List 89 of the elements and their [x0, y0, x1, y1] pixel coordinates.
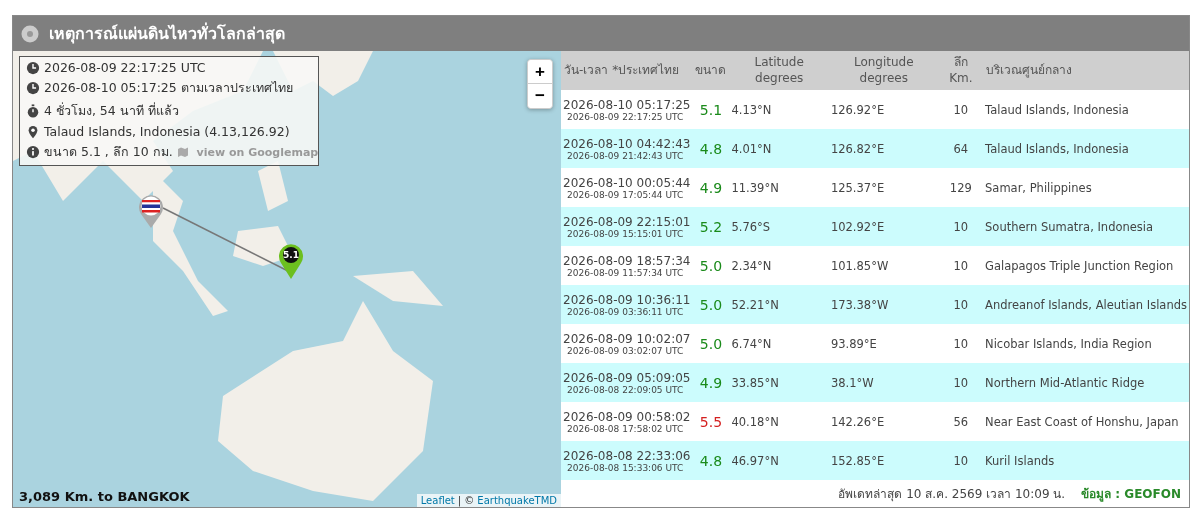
- distance-label: 3,089 Km. to BANGKOK: [19, 489, 190, 504]
- latitude-cell: 40.18°N: [729, 402, 829, 441]
- column-header: Latitude degrees: [729, 51, 829, 90]
- longitude-cell: 102.92°E: [828, 207, 939, 246]
- magnitude-cell: 4.9: [692, 168, 730, 207]
- longitude-cell: 101.85°W: [828, 246, 939, 285]
- latitude-cell: 11.39°N: [729, 168, 829, 207]
- magnitude-cell: 5.0: [692, 285, 730, 324]
- depth-cell: 10: [938, 207, 984, 246]
- depth-cell: 10: [938, 246, 984, 285]
- column-header: ลึก Km.: [938, 51, 984, 90]
- depth-cell: 64: [938, 129, 984, 168]
- region-cell: Southern Sumatra, Indonesia: [983, 207, 1189, 246]
- flag-marker-icon: [138, 194, 164, 228]
- column-header: Longitude degrees: [828, 51, 939, 90]
- datetime-cell: 2026-08-09 22:15:01 2026-08-09 15:15:01 UTC: [561, 207, 693, 246]
- datetime-cell: 2026-08-10 05:17:25 2026-08-09 22:17:25 UTC: [561, 90, 693, 129]
- map-icon: [176, 146, 189, 158]
- region-cell: Kuril Islands: [983, 441, 1189, 480]
- info-text: ขนาด 5.1 , ลึก 10 กม.: [44, 143, 173, 161]
- latitude-cell: 33.85°N: [729, 363, 829, 402]
- region-cell: Northern Mid-Atlantic Ridge: [983, 363, 1189, 402]
- clock-icon: [26, 81, 40, 95]
- clock-icon: [26, 60, 40, 75]
- depth-cell: 56: [938, 402, 984, 441]
- longitude-cell: 125.37°E: [828, 168, 939, 207]
- magnitude-cell: 4.8: [692, 441, 730, 480]
- magnitude-cell: 5.2: [692, 207, 730, 246]
- magnitude-cell: 5.5: [692, 402, 730, 441]
- region-cell: Nicobar Islands, India Region: [983, 324, 1189, 363]
- depth-cell: 10: [938, 363, 984, 402]
- region-cell: Samar, Philippines: [983, 168, 1189, 207]
- map-pin-icon: [26, 124, 40, 139]
- datetime-cell: 2026-08-09 18:57:34 2026-08-09 11:57:34 UTC: [561, 246, 693, 285]
- latitude-cell: 5.76°S: [729, 207, 829, 246]
- zoom-out-button[interactable]: −: [528, 84, 552, 108]
- column-header: ขนาด: [692, 51, 730, 90]
- region-cell: Andreanof Islands, Aleutian Islands: [983, 285, 1189, 324]
- longitude-cell: 38.1°W: [828, 363, 939, 402]
- panel-title: เหตุการณ์แผ่นดินไหวทั่วโลกล่าสุด: [49, 21, 285, 46]
- datetime-cell: 2026-08-10 04:42:43 2026-08-09 21:42:43 UTC: [561, 129, 693, 168]
- region-cell: Galapagos Triple Junction Region: [983, 246, 1189, 285]
- owner-link[interactable]: EarthquakeTMD: [477, 495, 557, 506]
- stopwatch-icon: [26, 104, 40, 118]
- circle-icon: [21, 24, 39, 43]
- depth-cell: 10: [938, 90, 984, 129]
- latitude-cell: 4.01°N: [729, 129, 829, 168]
- depth-cell: 129: [938, 168, 984, 207]
- region-cell: Talaud Islands, Indonesia: [983, 129, 1189, 168]
- magnitude-cell: 5.1: [692, 90, 730, 129]
- longitude-cell: 93.89°E: [828, 324, 939, 363]
- depth-cell: 10: [938, 441, 984, 480]
- info-text: 2026-08-10 05:17:25 ตามเวลาประเทศไทย: [44, 79, 293, 97]
- data-source-text: ข้อมูล : GEOFON: [1081, 486, 1181, 503]
- magnitude-cell: 5.0: [692, 324, 730, 363]
- datetime-cell: 2026-08-09 10:02:07 2026-08-09 03:02:07 UTC: [561, 324, 693, 363]
- region-cell: Near East Coast of Honshu, Japan: [983, 402, 1189, 441]
- depth-cell: 10: [938, 285, 984, 324]
- longitude-cell: 173.38°W: [828, 285, 939, 324]
- info-text: Talaud Islands, Indonesia (4.13,126.92): [44, 124, 290, 139]
- region-cell: Talaud Islands, Indonesia: [983, 90, 1189, 129]
- datetime-cell: 2026-08-09 10:36:11 2026-08-09 03:36:11 UTC: [561, 285, 693, 324]
- datetime-cell: 2026-08-10 00:05:44 2026-08-09 17:05:44 UTC: [561, 168, 693, 207]
- earthquake-marker[interactable]: 5.1: [278, 243, 304, 279]
- last-updated-text: อัพเดทล่าสุด 10 ส.ค. 2569 เวลา 10:09 น.: [838, 486, 1066, 503]
- leaflet-link[interactable]: Leaflet: [420, 495, 455, 506]
- latitude-cell: 6.74°N: [729, 324, 829, 363]
- longitude-cell: 126.82°E: [828, 129, 939, 168]
- latitude-cell: 2.34°N: [729, 246, 829, 285]
- magnitude-cell: 5.0: [692, 246, 730, 285]
- datetime-cell: 2026-08-08 22:33:06 2026-08-08 15:33:06 UTC: [561, 441, 693, 480]
- datetime-cell: 2026-08-09 00:58:02 2026-08-08 17:58:02 UTC: [561, 402, 693, 441]
- longitude-cell: 126.92°E: [828, 90, 939, 129]
- column-header: บริเวณศูนย์กลาง: [983, 51, 1189, 90]
- latitude-cell: 4.13°N: [729, 90, 829, 129]
- depth-cell: 10: [938, 324, 984, 363]
- info-icon: [26, 145, 40, 159]
- column-header: วัน-เวลา *ประเทศไทย: [561, 51, 693, 90]
- info-text: 2026-08-09 22:17:25 UTC: [44, 60, 206, 75]
- longitude-cell: 142.26°E: [828, 402, 939, 441]
- magnitude-cell: 4.9: [692, 363, 730, 402]
- datetime-cell: 2026-08-09 05:09:05 2026-08-08 22:09:05 UTC: [561, 363, 693, 402]
- longitude-cell: 152.85°E: [828, 441, 939, 480]
- info-text: 4 ชั่วโมง, 54 นาที ที่แล้ว: [44, 101, 179, 120]
- latitude-cell: 46.97°N: [729, 441, 829, 480]
- magnitude-cell: 4.8: [692, 129, 730, 168]
- latitude-cell: 52.21°N: [729, 285, 829, 324]
- attribution-text: | ©: [457, 495, 475, 506]
- zoom-in-button[interactable]: +: [528, 60, 552, 84]
